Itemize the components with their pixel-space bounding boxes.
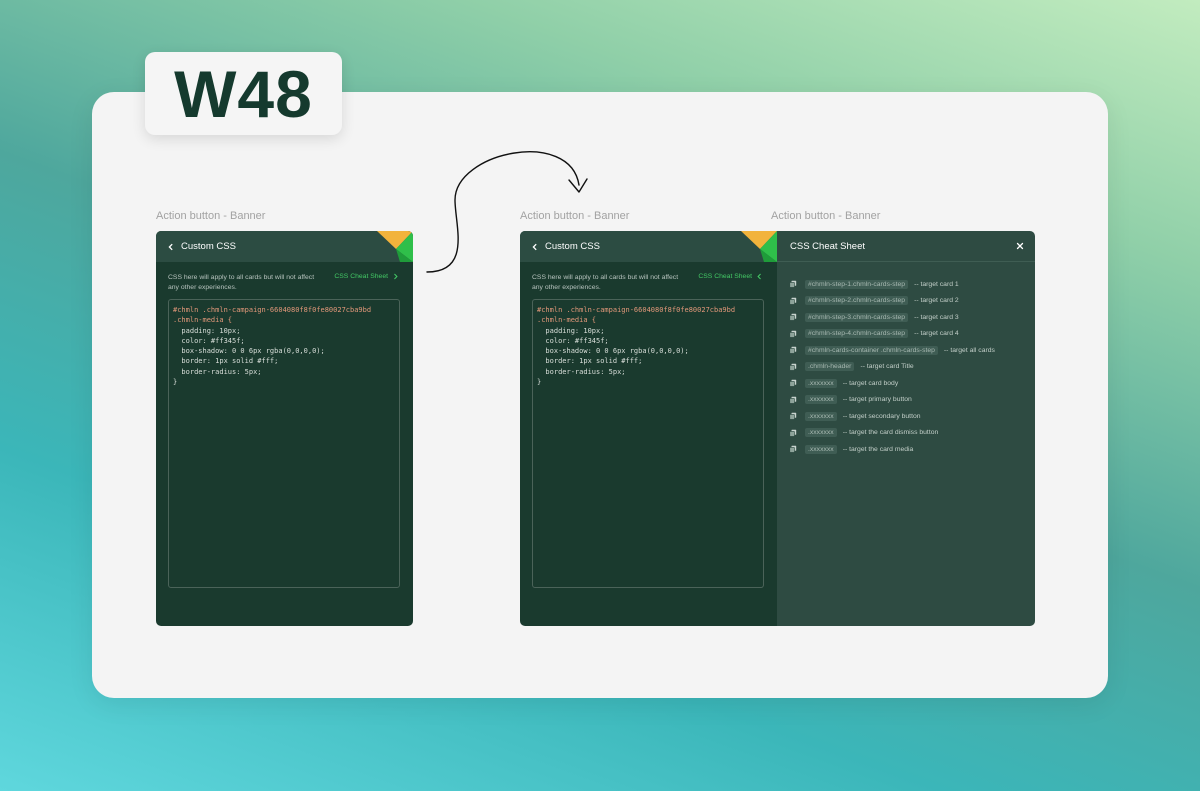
cheat-sheet-link[interactable]: CSS Cheat Sheet: [698, 273, 763, 280]
code-line: color: #ff345f;: [173, 336, 245, 345]
css-selector-chip: #chmln-step-3.chmln-cards-step: [805, 312, 909, 322]
custom-css-panel: Custom CSS CSS here will apply to all ca…: [156, 231, 413, 626]
chevron-right-icon: [394, 273, 398, 280]
cheat-sheet-item: .xxxxxxx -- target primary button: [789, 392, 1029, 409]
copy-icon[interactable]: [789, 330, 797, 338]
css-selector-description: -- target secondary button: [842, 412, 921, 420]
cheat-sheet-header: CSS Cheat Sheet: [777, 231, 1035, 262]
code-line: .chmln-media {: [537, 316, 597, 325]
code-line: border: 1px solid #fff;: [173, 357, 279, 366]
css-selector-description: -- target all cards: [943, 346, 995, 354]
chameleon-corner-logo: [377, 231, 413, 262]
code-line: box-shadow: 0 0 6px rgba(0,0,0,0);: [537, 347, 689, 356]
frame-label: Action button - Banner: [156, 210, 266, 222]
code-line: padding: 10px;: [537, 326, 605, 335]
code-line: padding: 10px;: [173, 326, 241, 335]
css-selector-chip: .xxxxxxx: [805, 444, 837, 454]
css-selector-description: -- target the card media: [842, 445, 914, 453]
copy-icon[interactable]: [789, 429, 797, 437]
css-selector-chip: #chmln-step-2.chmln-cards-step: [805, 296, 909, 306]
panel-title: Custom CSS: [181, 241, 236, 252]
cheat-sheet-link-label: CSS Cheat Sheet: [334, 273, 388, 280]
cheat-sheet-item: .xxxxxxx -- target card body: [789, 375, 1029, 392]
cheat-sheet-item: .chmln-header -- target card Title: [789, 359, 1029, 376]
cheat-sheet-item: #chmln-cards-container .chmln-cards-step…: [789, 342, 1029, 359]
cheat-sheet-item: .xxxxxxx -- target the card media: [789, 441, 1029, 458]
copy-icon[interactable]: [789, 379, 797, 387]
css-editor[interactable]: #chmln .chmln-campaign-6604080f8f0fe8002…: [532, 299, 764, 588]
code-line: #chmln .chmln-campaign-6604080f8f0fe8002…: [173, 306, 372, 314]
copy-icon[interactable]: [789, 280, 797, 288]
copy-icon[interactable]: [789, 313, 797, 321]
cheat-sheet-item: #chmln-step-2.chmln-cards-step -- target …: [789, 293, 1029, 310]
css-selector-chip: #chmln-step-1.chmln-cards-step: [805, 279, 909, 289]
cheat-sheet-title: CSS Cheat Sheet: [790, 240, 865, 252]
code-line: }: [537, 378, 542, 387]
close-icon[interactable]: [1016, 242, 1024, 250]
css-selector-description: -- target card 2: [914, 297, 959, 305]
cheat-sheet-item: #chmln-step-1.chmln-cards-step -- target …: [789, 276, 1029, 293]
copy-icon[interactable]: [789, 363, 797, 371]
chevron-left-icon: [532, 243, 537, 250]
panel-description: CSS here will apply to all cards but wil…: [532, 274, 679, 291]
cheat-sheet-link[interactable]: CSS Cheat Sheet: [334, 273, 399, 280]
cheat-sheet-item: .xxxxxxx -- target the card dismiss butto…: [789, 425, 1029, 442]
back-button[interactable]: Custom CSS: [167, 241, 236, 252]
css-selector-chip: .xxxxxxx: [805, 378, 837, 388]
css-selector-description: -- target the card dismiss button: [842, 429, 939, 437]
cheat-sheet-link-label: CSS Cheat Sheet: [698, 273, 752, 280]
code-line: .chmln-media {: [173, 316, 233, 325]
code-line: #chmln .chmln-campaign-6604080f8f0fe8002…: [537, 306, 736, 314]
week-badge: W48: [145, 52, 342, 135]
cheat-sheet-panel: CSS Cheat Sheet #chmln-step-1.chmln-card…: [777, 231, 1035, 626]
copy-icon[interactable]: [789, 346, 797, 354]
chevron-left-icon: [168, 243, 173, 250]
css-selector-chip: #chmln-step-4.chmln-cards-step: [805, 329, 909, 339]
code-line: border: 1px solid #fff;: [537, 357, 643, 366]
css-selector-chip: .xxxxxxx: [805, 395, 837, 405]
css-selector-description: -- target card body: [842, 379, 899, 387]
panel-description: CSS here will apply to all cards but wil…: [168, 274, 315, 291]
css-selector-description: -- target card 3: [914, 313, 959, 321]
cheat-sheet-list: #chmln-step-1.chmln-cards-step -- target …: [789, 276, 1029, 458]
code-line: border-radius: 5px;: [537, 367, 626, 376]
custom-css-panel: Custom CSS CSS here will apply to all ca…: [520, 231, 777, 626]
cheat-sheet-item: #chmln-step-3.chmln-cards-step -- target …: [789, 309, 1029, 326]
css-selector-chip: #chmln-cards-container .chmln-cards-step: [805, 345, 938, 355]
css-selector-description: -- target primary button: [842, 396, 912, 404]
copy-icon[interactable]: [789, 412, 797, 420]
code-line: color: #ff345f;: [537, 336, 609, 345]
panel-title: Custom CSS: [545, 241, 600, 252]
code-line: box-shadow: 0 0 6px rgba(0,0,0,0);: [173, 347, 325, 356]
chevron-left-icon: [757, 273, 761, 280]
css-selector-description: -- target card Title: [860, 363, 914, 371]
css-selector-description: -- target card 4: [914, 330, 959, 338]
back-button[interactable]: Custom CSS: [531, 241, 600, 252]
code-line: }: [173, 378, 178, 387]
css-selector-chip: .xxxxxxx: [805, 428, 837, 438]
panel-header: Custom CSS: [156, 231, 413, 262]
copy-icon[interactable]: [789, 297, 797, 305]
code-line: border-radius: 5px;: [173, 367, 262, 376]
frame-label: Action button - Banner: [771, 210, 881, 222]
copy-icon[interactable]: [789, 396, 797, 404]
cheat-sheet-item: .xxxxxxx -- target secondary button: [789, 408, 1029, 425]
panel-header: Custom CSS: [520, 231, 777, 262]
chameleon-corner-logo: [741, 231, 777, 262]
copy-icon[interactable]: [789, 445, 797, 453]
css-editor[interactable]: #chmln .chmln-campaign-6604080f8f0fe8002…: [168, 299, 400, 588]
css-selector-chip: .chmln-header: [805, 362, 855, 372]
cheat-sheet-item: #chmln-step-4.chmln-cards-step -- target …: [789, 326, 1029, 343]
frame-label: Action button - Banner: [520, 210, 630, 222]
css-selector-description: -- target card 1: [914, 280, 959, 288]
css-selector-chip: .xxxxxxx: [805, 411, 837, 421]
